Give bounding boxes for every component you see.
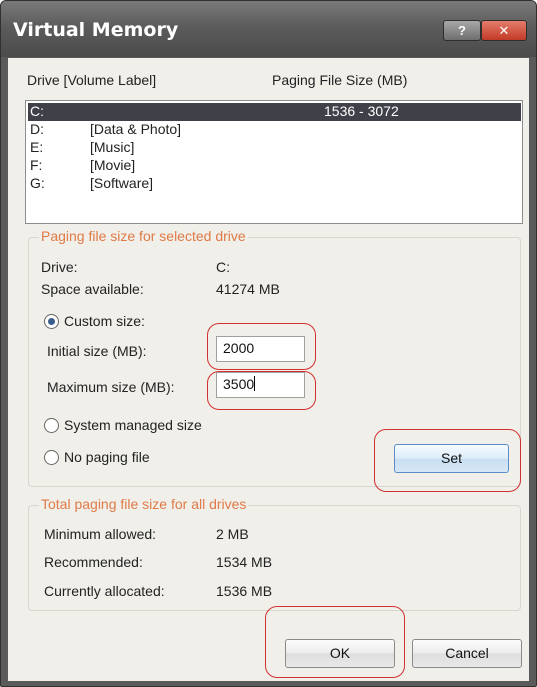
custom-size-radio[interactable] — [44, 314, 59, 329]
drive-row-d[interactable]: D: [Data & Photo] — [28, 121, 521, 139]
space-available-value: 41274 MB — [216, 281, 280, 297]
drive-row-g[interactable]: G: [Software] — [28, 175, 521, 193]
title-bar[interactable]: Virtual Memory ? ✕ — [1, 1, 536, 57]
window-title: Virtual Memory — [13, 19, 179, 41]
drive-value: C: — [216, 259, 230, 275]
minimum-allowed-label: Minimum allowed: — [44, 526, 157, 542]
no-paging-file-label[interactable]: No paging file — [64, 449, 150, 465]
volume-label: [Software] — [90, 175, 154, 191]
initial-size-highlight — [207, 323, 316, 370]
radio-selected-dot — [48, 318, 55, 325]
drive-letter: C: — [30, 103, 44, 119]
drive-row-c[interactable]: C: 1536 - 3072 — [28, 103, 521, 121]
drives-list[interactable]: C: 1536 - 3072 D: [Data & Photo] E: [Mus… — [25, 100, 523, 224]
drive-letter: G: — [30, 175, 45, 191]
initial-size-label: Initial size (MB): — [47, 343, 147, 359]
currently-allocated-label: Currently allocated: — [44, 583, 165, 599]
volume-label: [Music] — [90, 139, 135, 155]
ok-button-highlight — [265, 606, 405, 678]
volume-label: [Movie] — [90, 157, 136, 173]
drive-letter: F: — [30, 157, 43, 173]
set-button-highlight — [374, 429, 521, 492]
paging-size: 1536 - 3072 — [324, 103, 399, 119]
virtual-memory-dialog: Virtual Memory ? ✕ Drive [Volume Label] … — [0, 0, 537, 687]
currently-allocated-value: 1536 MB — [216, 583, 273, 599]
totals-legend: Total paging file size for all drives — [39, 496, 249, 512]
help-button[interactable]: ? — [443, 20, 481, 41]
dialog-body: Drive [Volume Label] Paging File Size (M… — [8, 58, 529, 681]
drive-column-header: Drive [Volume Label] — [27, 72, 157, 88]
paging-size-column-header: Paging File Size (MB) — [272, 72, 408, 88]
selected-drive-legend: Paging file size for selected drive — [39, 228, 248, 244]
close-button[interactable]: ✕ — [481, 20, 527, 41]
drive-label: Drive: — [41, 259, 78, 275]
custom-size-label[interactable]: Custom size: — [64, 313, 145, 329]
system-managed-label[interactable]: System managed size — [64, 417, 202, 433]
space-available-label: Space available: — [41, 281, 144, 297]
drive-letter: E: — [30, 139, 44, 155]
no-paging-file-radio[interactable] — [44, 450, 59, 465]
cancel-button[interactable]: Cancel — [412, 639, 522, 668]
drive-row-e[interactable]: E: [Music] — [28, 139, 521, 157]
minimum-allowed-value: 2 MB — [216, 526, 249, 542]
volume-label: [Data & Photo] — [90, 121, 182, 137]
maximum-size-highlight — [207, 371, 316, 410]
maximum-size-label: Maximum size (MB): — [47, 379, 175, 395]
drive-letter: D: — [30, 121, 44, 137]
recommended-value: 1534 MB — [216, 554, 273, 570]
recommended-label: Recommended: — [44, 554, 143, 570]
drive-row-f[interactable]: F: [Movie] — [28, 157, 521, 175]
system-managed-radio[interactable] — [44, 418, 59, 433]
